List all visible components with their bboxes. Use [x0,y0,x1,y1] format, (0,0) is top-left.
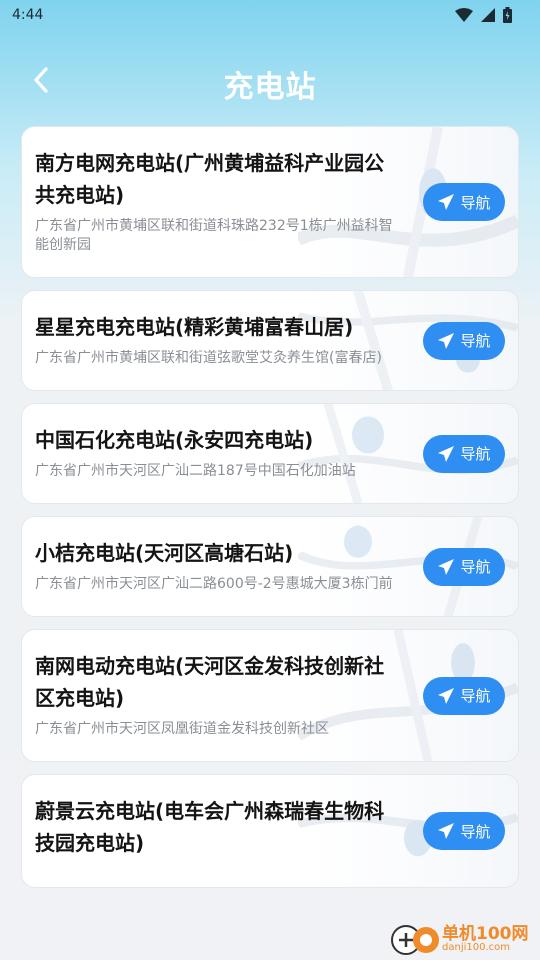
station-name: 南网电动充电站(天河区金发科技创新社区充电站) [35,654,385,710]
watermark-logo-icon [391,925,439,955]
page-title: 充电站 [223,70,317,105]
navigate-button[interactable]: 导航 [423,321,505,360]
navigate-label: 导航 [460,822,491,841]
site-watermark: 单机100网 danji100.com [390,916,540,960]
status-bar: 4:44 [0,0,540,32]
navigate-button[interactable]: 导航 [423,812,505,850]
navigate-label: 导航 [460,332,491,350]
wifi-icon [455,8,473,22]
station-card[interactable]: 南方电网充电站(广州黄埔益科产业园公共充电站) 广东省广州市黄埔区联和街道科珠路… [21,126,519,278]
signal-icon [481,8,495,22]
navigate-label: 导航 [460,687,491,705]
paper-plane-icon [438,558,455,575]
station-address: 广东省广州市天河区凤凰街道金发科技创新社区 [35,721,329,737]
navigate-label: 导航 [460,445,491,463]
station-name: 蔚景云充电站(电车会广州森瑞春生物科技园充电站) [35,799,385,855]
paper-plane-icon [438,687,455,704]
station-address: 广东省广州市天河区广汕二路187号中国石化加油站 [35,463,356,479]
paper-plane-icon [438,823,455,839]
paper-plane-icon [438,445,455,462]
station-card[interactable]: 小桔充电站(天河区高塘石站) 广东省广州市天河区广汕二路600号-2号惠城大厦3… [21,516,519,617]
status-time: 4:44 [12,7,44,23]
station-address: 广东省广州市黄埔区联和街道科珠路232号1栋广州益科智能创新园 [35,218,393,253]
watermark-brand: 单机100网 [442,924,529,944]
station-card[interactable]: 中国石化充电站(永安四充电站) 广东省广州市天河区广汕二路187号中国石化加油站… [21,403,519,504]
navigate-label: 导航 [460,193,491,212]
station-address: 广东省广州市黄埔区联和街道弦歌堂艾灸养生馆(富春店) [35,350,382,366]
station-card[interactable]: 星星充电充电站(精彩黄埔富春山居) 广东省广州市黄埔区联和街道弦歌堂艾灸养生馆(… [21,290,519,391]
system-icons [455,7,512,23]
station-list: 南方电网充电站(广州黄埔益科产业园公共充电站) 广东省广州市黄埔区联和街道科珠路… [21,126,519,900]
navigate-button[interactable]: 导航 [423,183,505,221]
battery-icon [503,7,512,23]
watermark-domain: danji100.com [442,942,510,953]
navigate-button[interactable]: 导航 [423,676,505,715]
navigate-button[interactable]: 导航 [423,434,505,473]
station-address: 广东省广州市天河区广汕二路600号-2号惠城大厦3栋门前 [35,576,393,592]
navigate-button[interactable]: 导航 [423,547,505,586]
paper-plane-icon [438,194,455,210]
paper-plane-icon [438,332,455,349]
station-name: 星星充电充电站(精彩黄埔富春山居) [35,315,354,339]
navigate-label: 导航 [460,558,491,576]
station-card[interactable]: 蔚景云充电站(电车会广州森瑞春生物科技园充电站) 导航 [21,774,519,888]
station-name: 小桔充电站(天河区高塘石站) [35,541,294,565]
app-header: 充电站 [0,50,540,110]
station-name: 中国石化充电站(永安四充电站) [35,428,314,452]
station-card[interactable]: 南网电动充电站(天河区金发科技创新社区充电站) 广东省广州市天河区凤凰街道金发科… [21,629,519,762]
station-name: 南方电网充电站(广州黄埔益科产业园公共充电站) [35,151,385,207]
